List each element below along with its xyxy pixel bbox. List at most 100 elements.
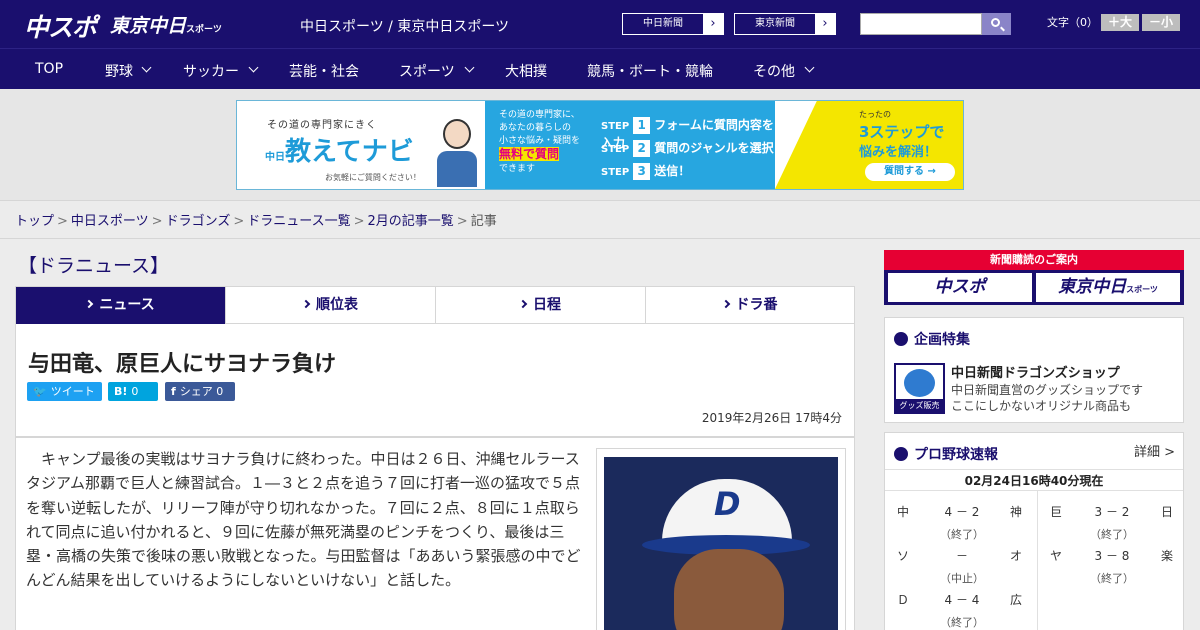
breadcrumb-dragons[interactable]: ドラゴンズ xyxy=(166,214,231,229)
chevron-right-icon: › xyxy=(703,14,723,34)
scores-timestamp: 02月24日16時40分現在 xyxy=(885,469,1183,491)
face xyxy=(674,549,784,630)
tweet-button[interactable]: 🐦 ツイート xyxy=(27,382,102,401)
score-away: 楽 xyxy=(1161,549,1174,563)
tab-reporter[interactable]: ドラ番 xyxy=(646,287,854,324)
ad-desc-line1: その道の専門家に、 xyxy=(499,110,580,120)
article-headline: 与田竜、原巨人にサヨナラ負け xyxy=(28,352,337,377)
tab-standings-label: 順位表 xyxy=(316,297,358,313)
tokyo-chunichi-logo[interactable]: 東京中日スポーツ xyxy=(110,11,222,38)
article-photo[interactable]: D xyxy=(596,448,846,630)
nav-soccer[interactable]: サッカー xyxy=(183,61,239,81)
subscription-tokyo-logo[interactable]: 東京中日スポーツ xyxy=(1036,273,1180,302)
score-home: Ｄ xyxy=(897,593,910,607)
ad-person-body xyxy=(437,151,477,187)
tab-schedule[interactable]: 日程 xyxy=(436,287,646,324)
score-status: （終了） xyxy=(1090,572,1134,585)
step-number: 1 xyxy=(633,117,651,134)
score-value[interactable]: 3 － 8 xyxy=(1092,547,1132,564)
search-button[interactable] xyxy=(982,13,1011,35)
chunichi-shimbun-link[interactable]: 中日新聞 › xyxy=(622,13,724,35)
dragons-shop-link[interactable]: 中日新聞ドラゴンズショップ xyxy=(951,362,1120,381)
dragons-cap-logo: D xyxy=(714,485,741,523)
step-text: 質問のジャンルを選択 xyxy=(654,141,774,155)
font-size-label: 文字（0） xyxy=(1047,16,1098,29)
ad-description: その道の専門家に、 あなたの暮らしの 小さな悩み・疑問を 無料で質問 できます xyxy=(499,109,580,176)
score-home: 巨 xyxy=(1050,505,1063,519)
score-away: オ xyxy=(1010,549,1023,563)
breadcrumb: トップ > 中日スポーツ > ドラゴンズ > ドラニュース一覧 >2月の記事一覧 > 記事 xyxy=(0,201,1200,239)
chevron-down-icon[interactable] xyxy=(141,62,152,73)
scores-detail-link[interactable]: 詳細 > xyxy=(1134,441,1175,460)
ad-question-button[interactable]: 質問する → xyxy=(865,163,955,181)
dragons-shop-desc: 中日新聞直営のグッズショップです ここにしかないオリジナル商品も xyxy=(951,382,1143,414)
nav-sumo[interactable]: 大相撲 xyxy=(505,61,547,81)
baseball-icon xyxy=(894,447,908,461)
article-date: 2019年2月26日 17時4分 xyxy=(701,411,842,425)
score-status: （終了） xyxy=(940,528,984,541)
scores-title: プロ野球速報 xyxy=(894,444,998,464)
subscription-banner[interactable]: 新聞購読のご案内 中スポ 東京中日スポーツ xyxy=(884,250,1184,305)
chevron-right-icon xyxy=(85,299,94,309)
ad-right-panel: たったの 3ステップで 悩みを解消！ 質問する → xyxy=(775,101,963,189)
ad-desc-highlight: 無料で質問 xyxy=(499,147,560,161)
dragons-shop-image[interactable]: グッズ販売中 xyxy=(894,363,945,414)
facebook-share-button[interactable]: f シェア 0 xyxy=(165,382,235,401)
twitter-icon: 🐦 xyxy=(33,385,47,398)
feature-title: 企画特集 xyxy=(894,329,970,349)
nav-top[interactable]: TOP xyxy=(35,61,63,77)
score-value[interactable]: － xyxy=(942,547,982,564)
search-input[interactable] xyxy=(860,13,982,35)
font-larger-button[interactable]: ＋大 xyxy=(1101,14,1139,31)
fb-share-count: 0 xyxy=(216,385,224,398)
ad-right-line2: 3ステップで xyxy=(859,123,945,141)
scores-box: プロ野球速報 詳細 > 02月24日16時40分現在 中 4 － 2 神 （終了… xyxy=(884,432,1184,630)
score-value[interactable]: 4 － 2 xyxy=(942,503,982,520)
chevron-right-icon xyxy=(721,299,730,309)
nav-other[interactable]: その他 xyxy=(753,61,795,81)
ad-step-3: STEP 3 送信！ xyxy=(601,162,690,180)
tab-news-label: ニュース xyxy=(99,297,155,313)
ad-logo: 中日教えてナビ xyxy=(265,131,414,168)
chuspo-logo[interactable]: 中スポ xyxy=(24,8,97,44)
step-label: STEP xyxy=(601,144,630,155)
oshiete-navi-ad[interactable]: その道の専門家にきく 中日教えてナビ お気軽にご質問ください！ その道の専門家に… xyxy=(236,100,964,190)
breadcrumb-news-list[interactable]: ドラニュース一覧 xyxy=(247,214,350,229)
breadcrumb-sep: > xyxy=(233,214,245,229)
tab-standings[interactable]: 順位表 xyxy=(226,287,436,324)
search-icon xyxy=(991,18,1000,27)
step-label: STEP xyxy=(601,167,630,178)
ad-tagline: その道の専門家にきく xyxy=(267,120,377,131)
subscription-chuspo-logo[interactable]: 中スポ xyxy=(888,273,1032,302)
ad-left-panel: その道の専門家にきく 中日教えてナビ お気軽にご質問ください！ xyxy=(237,101,485,189)
score-value[interactable]: 4 － 4 xyxy=(942,591,982,608)
tokyo-logo-small: スポーツ xyxy=(1126,285,1158,294)
nav-entertainment[interactable]: 芸能・社会 xyxy=(289,61,359,81)
hatena-button[interactable]: B! 0 xyxy=(108,382,158,401)
site-title: 中日スポーツ / 東京中日スポーツ xyxy=(300,19,510,35)
article-text: キャンプ最後の実戦はサヨナラ負けに終わった。中日は２６日、沖縄セルラースタジアム… xyxy=(26,450,581,590)
fb-share-label: シェア xyxy=(179,385,213,398)
tab-news[interactable]: ニュース xyxy=(16,287,226,331)
feature-box: 企画特集 グッズ販売中 中日新聞ドラゴンズショップ 中日新聞直営のグッズショップ… xyxy=(884,317,1184,423)
chevron-down-icon[interactable] xyxy=(464,62,475,73)
nav-racing[interactable]: 競馬・ボート・競輪 xyxy=(587,61,713,81)
nav-sports[interactable]: スポーツ xyxy=(399,61,455,81)
nav-baseball[interactable]: 野球 xyxy=(105,61,133,81)
section-title: 【ドラニュース】 xyxy=(18,255,170,277)
score-value[interactable]: 3 － 2 xyxy=(1092,503,1132,520)
breadcrumb-top[interactable]: トップ xyxy=(15,214,54,229)
breadcrumb-chuspo[interactable]: 中日スポーツ xyxy=(71,214,149,229)
hatena-count: 0 xyxy=(131,385,139,398)
subscription-header: 新聞購読のご案内 xyxy=(884,250,1184,270)
mascot-icon xyxy=(904,369,935,397)
chevron-right-icon xyxy=(518,299,528,309)
ribbon-icon xyxy=(894,332,908,346)
hatena-icon: B! xyxy=(114,385,128,398)
shop-desc-line1: 中日新聞直営のグッズショップです xyxy=(951,383,1144,397)
tokyo-shimbun-link[interactable]: 東京新聞 › xyxy=(734,13,836,35)
chevron-down-icon[interactable] xyxy=(804,62,815,73)
chevron-down-icon[interactable] xyxy=(248,62,259,73)
font-smaller-button[interactable]: －小 xyxy=(1142,14,1180,31)
breadcrumb-month-list[interactable]: 2月の記事一覧 xyxy=(368,214,454,229)
